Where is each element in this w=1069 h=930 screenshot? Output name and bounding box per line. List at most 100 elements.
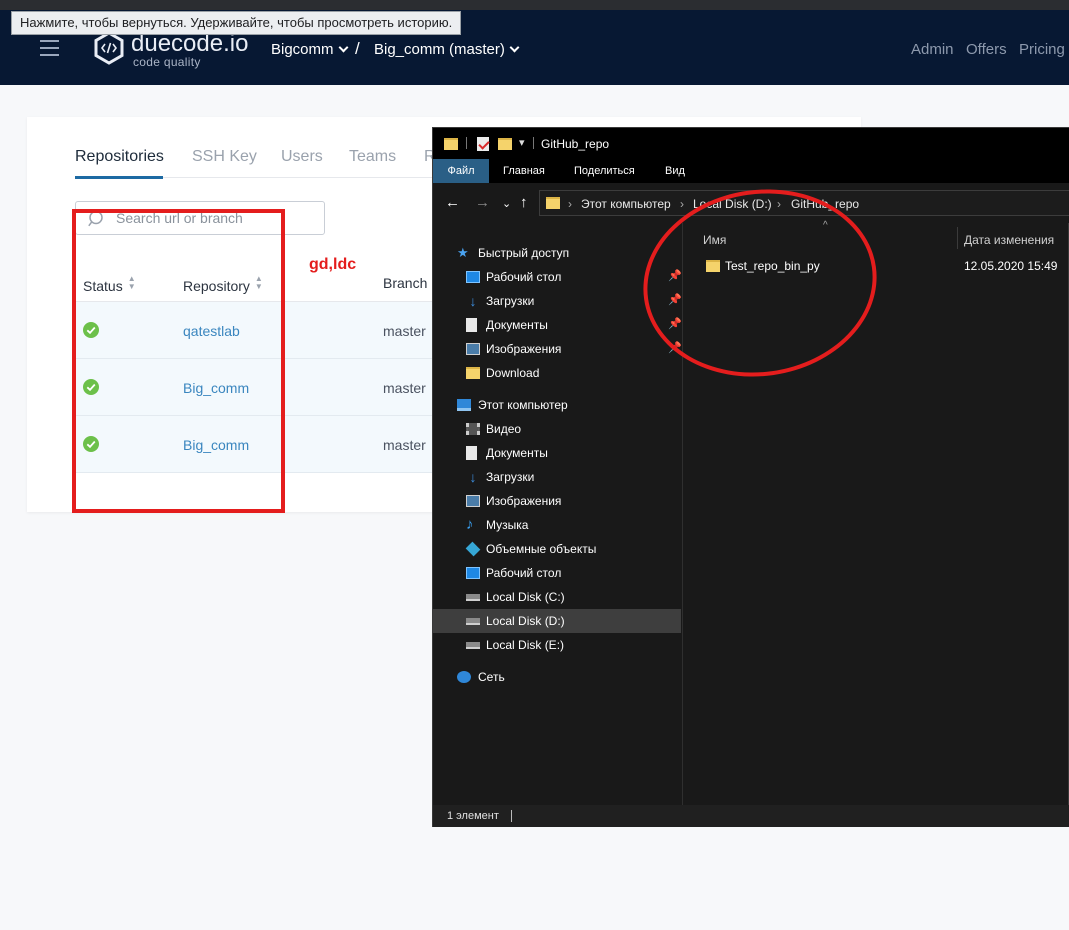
picture-icon [466,343,480,355]
tab-teams[interactable]: Teams [349,148,396,166]
logo-tagline: code quality [133,55,201,69]
project-name: Bigcomm [271,41,334,58]
video-icon [466,423,480,435]
branch-value: master [383,437,426,453]
quick-access-dropdown-icon[interactable]: ▾ [519,137,525,149]
duecode-logo-icon[interactable] [92,31,126,65]
recent-locations-chevron-icon[interactable]: ⌄ [502,196,511,212]
nav-item-downloads[interactable]: ↓ Загрузки [433,465,681,489]
ribbon-tab-share[interactable]: Поделиться [574,159,635,183]
nav-label: Local Disk (D:) [486,614,565,628]
nav-item-download-folder[interactable]: Download [433,361,681,385]
drive-icon [466,594,480,601]
nav-network[interactable]: Сеть [433,665,681,689]
navigation-pane: ★ Быстрый доступ Рабочий стол 📌 ↓ Загруз… [433,223,683,805]
ribbon-tab-file[interactable]: Файл [433,159,489,183]
ribbon-tab-view[interactable]: Вид [665,159,685,183]
nav-label: Документы [486,318,548,332]
folder-icon [466,367,480,379]
computer-icon [457,399,471,411]
explorer-statusbar: 1 элемент [433,805,1069,827]
picture-icon [466,495,480,507]
properties-icon[interactable] [477,137,489,151]
date-column-header[interactable]: Дата изменения [964,233,1054,247]
repo-branch-name: Big_comm (master) [374,41,505,58]
branch-value: master [383,380,426,396]
up-arrow-icon[interactable]: ↑ [520,195,528,211]
breadcrumb-separator: / [355,39,360,58]
chevron-down-icon [338,42,348,53]
new-folder-icon[interactable] [498,138,512,150]
nav-item-documents[interactable]: Документы 📌 [433,313,682,337]
network-icon [457,671,471,683]
nav-this-pc[interactable]: Этот компьютер [433,393,681,417]
pricing-link[interactable]: Pricing [1019,41,1065,59]
nav-item-disk-c[interactable]: Local Disk (C:) [433,585,681,609]
chevron-down-icon [509,42,520,53]
offers-link[interactable]: Offers [966,41,1007,59]
tab-ssh-key[interactable]: SSH Key [192,148,257,166]
back-button-tooltip: Нажмите, чтобы вернуться. Удерживайте, ч… [11,11,462,35]
nav-label: Download [486,366,540,380]
breadcrumb-this-pc[interactable]: Этот компьютер [581,197,671,211]
star-icon: ★ [457,245,469,260]
toolbar-divider [533,137,534,149]
nav-label: Быстрый доступ [478,246,570,260]
nav-item-disk-e[interactable]: Local Disk (E:) [433,633,681,657]
explorer-titlebar[interactable]: ▾ GitHub_repo [433,128,1069,159]
folder-icon[interactable] [444,138,458,150]
nav-label: Изображения [486,342,562,356]
nav-label: Объемные объекты [486,542,597,556]
drive-icon [466,618,480,625]
nav-item-disk-d[interactable]: Local Disk (D:) [433,609,681,633]
document-icon [466,446,477,460]
settings-tabs: Repositories SSH Key Users Teams R [75,117,455,179]
desktop-icon [466,271,480,283]
cube-icon [465,541,481,557]
music-note-icon: ♪ [466,516,474,533]
repo-branch-selector[interactable]: Big_comm (master) [374,41,520,59]
download-arrow-icon: ↓ [469,469,477,485]
admin-link[interactable]: Admin [911,41,954,59]
nav-label: Local Disk (C:) [486,590,565,604]
nav-item-desktop[interactable]: Рабочий стол [433,561,681,585]
branch-value: master [383,323,426,339]
nav-label: Этот компьютер [478,398,568,412]
download-arrow-icon: ↓ [469,293,477,309]
nav-item-music[interactable]: ♪ Музыка [433,513,681,537]
nav-label: Загрузки [486,294,535,308]
back-arrow-icon[interactable]: ← [445,195,460,211]
browser-toolbar [0,0,1069,10]
forward-arrow-icon[interactable]: → [475,195,490,211]
file-modified-date: 12.05.2020 15:49 [964,259,1058,273]
nav-label: Видео [486,422,522,436]
drive-icon [466,642,480,649]
document-icon [466,318,477,332]
tab-repositories[interactable]: Repositories [75,148,164,166]
nav-item-videos[interactable]: Видео [433,417,681,441]
nav-item-documents[interactable]: Документы [433,441,681,465]
branch-column-header[interactable]: Branch [383,275,427,291]
menu-icon[interactable] [40,40,59,56]
nav-label: Local Disk (E:) [486,638,565,652]
tab-users[interactable]: Users [281,148,323,166]
nav-label: Рабочий стол [486,270,562,284]
nav-quick-access[interactable]: ★ Быстрый доступ [433,241,681,265]
ribbon-tab-home[interactable]: Главная [503,159,545,183]
status-divider [511,810,512,822]
nav-item-pictures[interactable]: Изображения 📌 [433,337,682,361]
nav-item-3d-objects[interactable]: Объемные объекты [433,537,681,561]
nav-label: Музыка [486,518,529,532]
toolbar-divider [466,137,467,149]
breadcrumb-chevron-icon[interactable]: › [568,197,572,211]
nav-label: Сеть [478,670,505,684]
nav-label: Изображения [486,494,562,508]
nav-label: Загрузки [486,470,535,484]
project-selector[interactable]: Bigcomm [271,41,348,59]
breadcrumb-chevron-icon[interactable]: › [680,197,684,211]
window-title: GitHub_repo [541,137,610,151]
annotation-text: gd,ldc [309,256,357,273]
nav-item-pictures[interactable]: Изображения [433,489,681,513]
column-divider[interactable] [957,227,958,249]
desktop-icon [466,567,480,579]
